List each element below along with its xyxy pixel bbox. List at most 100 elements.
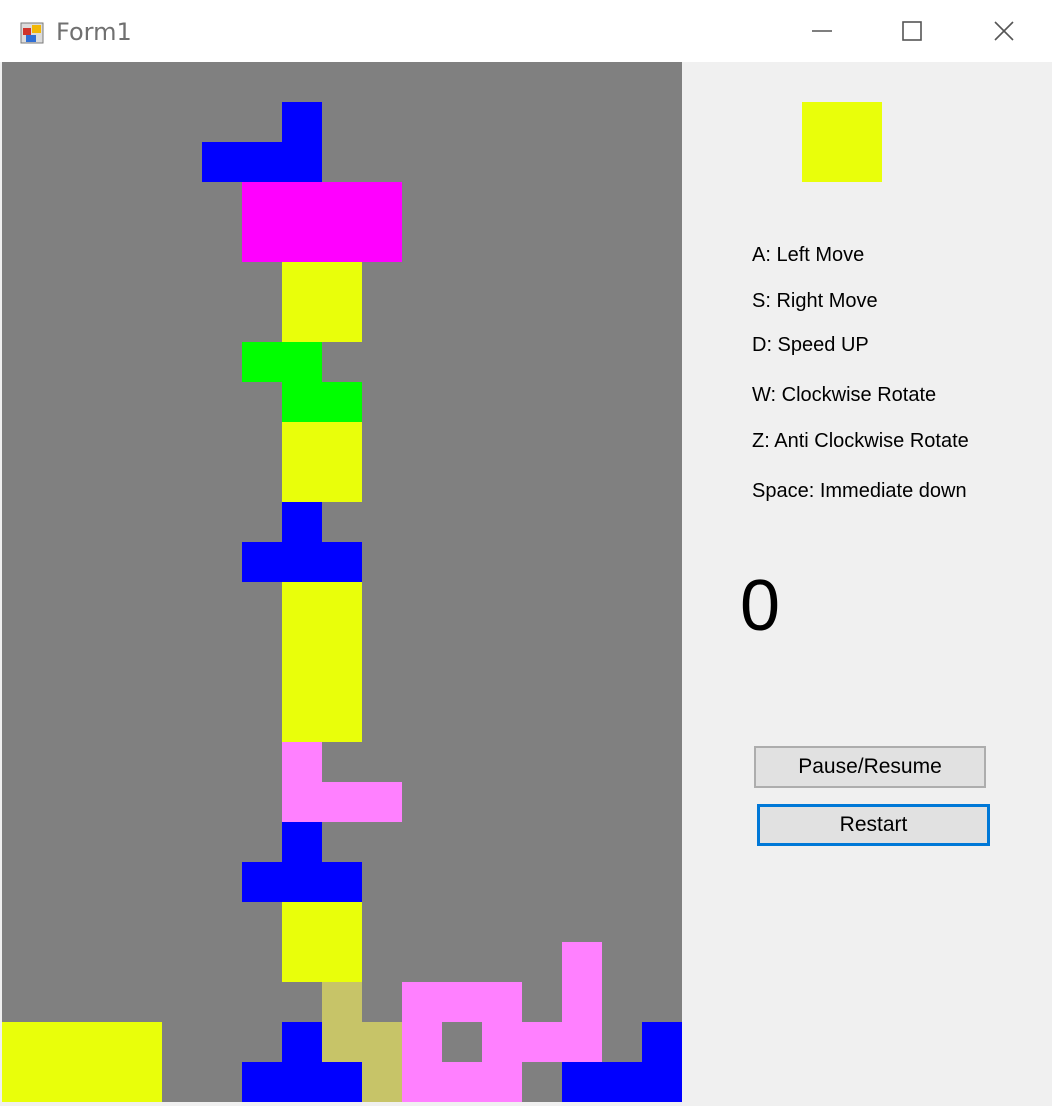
- board-cell-magenta: [362, 182, 402, 222]
- board-cell-yellow: [322, 662, 362, 702]
- board-cell-blue: [322, 862, 362, 902]
- board-cell-pink: [522, 1022, 562, 1062]
- board-cell-yellow: [282, 622, 322, 662]
- board-cell-blue: [242, 1062, 282, 1102]
- board-cell-blue: [242, 142, 282, 182]
- board-cell-magenta: [322, 222, 362, 262]
- board-cell-pink: [402, 982, 442, 1022]
- board-cell-pink: [442, 982, 482, 1022]
- game-board[interactable]: [2, 62, 682, 1102]
- board-cell-magenta: [362, 222, 402, 262]
- side-panel: [682, 62, 1052, 1106]
- board-cell-yellow: [122, 1022, 162, 1062]
- board-cell-yellow: [42, 1062, 82, 1102]
- board-cell-blue: [642, 1062, 682, 1102]
- board-cell-pink: [402, 1022, 442, 1062]
- board-cell-yellow: [322, 462, 362, 502]
- board-cell-blue: [242, 542, 282, 582]
- board-cell-khaki: [362, 1022, 402, 1062]
- board-cell-blue: [242, 862, 282, 902]
- board-cell-magenta: [322, 182, 362, 222]
- control-left-move: A: Left Move: [752, 244, 865, 266]
- board-cell-blue: [602, 1062, 642, 1102]
- board-cell-yellow: [42, 1022, 82, 1062]
- board-cell-pink: [482, 982, 522, 1022]
- board-cell-khaki: [322, 982, 362, 1022]
- board-cell-blue: [642, 1022, 682, 1062]
- control-clockwise-rotate: W: Clockwise Rotate: [752, 384, 937, 406]
- board-cell-pink: [322, 782, 362, 822]
- board-cell-pink: [562, 1022, 602, 1062]
- board-cell-magenta: [242, 182, 282, 222]
- board-cell-yellow: [82, 1062, 122, 1102]
- board-cell-yellow: [322, 622, 362, 662]
- maximize-button[interactable]: [866, 0, 958, 62]
- board-cell-pink: [442, 1062, 482, 1102]
- board-cell-pink: [282, 742, 322, 782]
- board-cell-pink: [482, 1022, 522, 1062]
- board-cell-yellow: [282, 662, 322, 702]
- board-cell-blue: [282, 1022, 322, 1062]
- board-cell-blue: [282, 142, 322, 182]
- control-immediate-down: Space: Immediate down: [752, 480, 967, 502]
- board-cell-yellow: [322, 582, 362, 622]
- board-cell-yellow: [322, 902, 362, 942]
- close-icon: [994, 21, 1014, 41]
- control-speed-up: D: Speed UP: [752, 334, 869, 356]
- board-cell-blue: [562, 1062, 602, 1102]
- board-cell-pink: [362, 782, 402, 822]
- minimize-button[interactable]: [776, 0, 868, 62]
- window-title: Form1: [56, 18, 132, 46]
- board-cell-yellow: [282, 462, 322, 502]
- board-cell-khaki: [322, 1022, 362, 1062]
- pause-resume-button[interactable]: Pause/Resume: [754, 746, 986, 788]
- minimize-icon: [812, 30, 832, 32]
- board-cell-green: [322, 382, 362, 422]
- board-cell-yellow: [282, 422, 322, 462]
- board-cell-green: [282, 382, 322, 422]
- board-cell-blue: [282, 102, 322, 142]
- board-cell-pink: [482, 1062, 522, 1102]
- board-cell-yellow: [282, 262, 322, 302]
- board-cell-khaki: [362, 1062, 402, 1102]
- maximize-icon: [902, 21, 922, 41]
- board-cell-blue: [282, 502, 322, 542]
- board-cell-yellow: [2, 1062, 42, 1102]
- board-cell-blue: [322, 1062, 362, 1102]
- board-cell-pink: [282, 782, 322, 822]
- board-cell-magenta: [242, 222, 282, 262]
- board-cell-magenta: [282, 222, 322, 262]
- board-cell-blue: [322, 542, 362, 582]
- board-cell-yellow: [322, 942, 362, 982]
- board-cell-blue: [282, 1062, 322, 1102]
- board-cell-yellow: [322, 422, 362, 462]
- control-anticlockwise-rotate: Z: Anti Clockwise Rotate: [752, 430, 969, 452]
- board-cell-yellow: [282, 302, 322, 342]
- board-cell-pink: [402, 1062, 442, 1102]
- board-cell-yellow: [282, 942, 322, 982]
- title-bar[interactable]: Form1: [0, 0, 1052, 62]
- board-cell-yellow: [2, 1022, 42, 1062]
- board-cell-green: [242, 342, 282, 382]
- board-cell-yellow: [282, 902, 322, 942]
- board-cell-yellow: [282, 582, 322, 622]
- board-cell-yellow: [82, 1022, 122, 1062]
- board-cell-yellow: [322, 702, 362, 742]
- board-cell-pink: [562, 942, 602, 982]
- close-button[interactable]: [958, 0, 1050, 62]
- board-cell-yellow: [322, 302, 362, 342]
- next-piece-preview: [802, 102, 882, 182]
- board-cell-blue: [282, 542, 322, 582]
- board-cell-pink: [562, 982, 602, 1022]
- app-icon[interactable]: [20, 20, 46, 46]
- score-display: 0: [740, 566, 781, 646]
- board-cell-blue: [282, 822, 322, 862]
- board-cell-yellow: [282, 702, 322, 742]
- board-cell-green: [282, 342, 322, 382]
- control-right-move: S: Right Move: [752, 290, 878, 312]
- game-window: Form1 A: Left Move S: Right Move D: Spee…: [0, 0, 1052, 1106]
- board-cell-blue: [282, 862, 322, 902]
- board-cell-yellow: [322, 262, 362, 302]
- restart-button[interactable]: Restart: [757, 804, 990, 846]
- board-cell-blue: [202, 142, 242, 182]
